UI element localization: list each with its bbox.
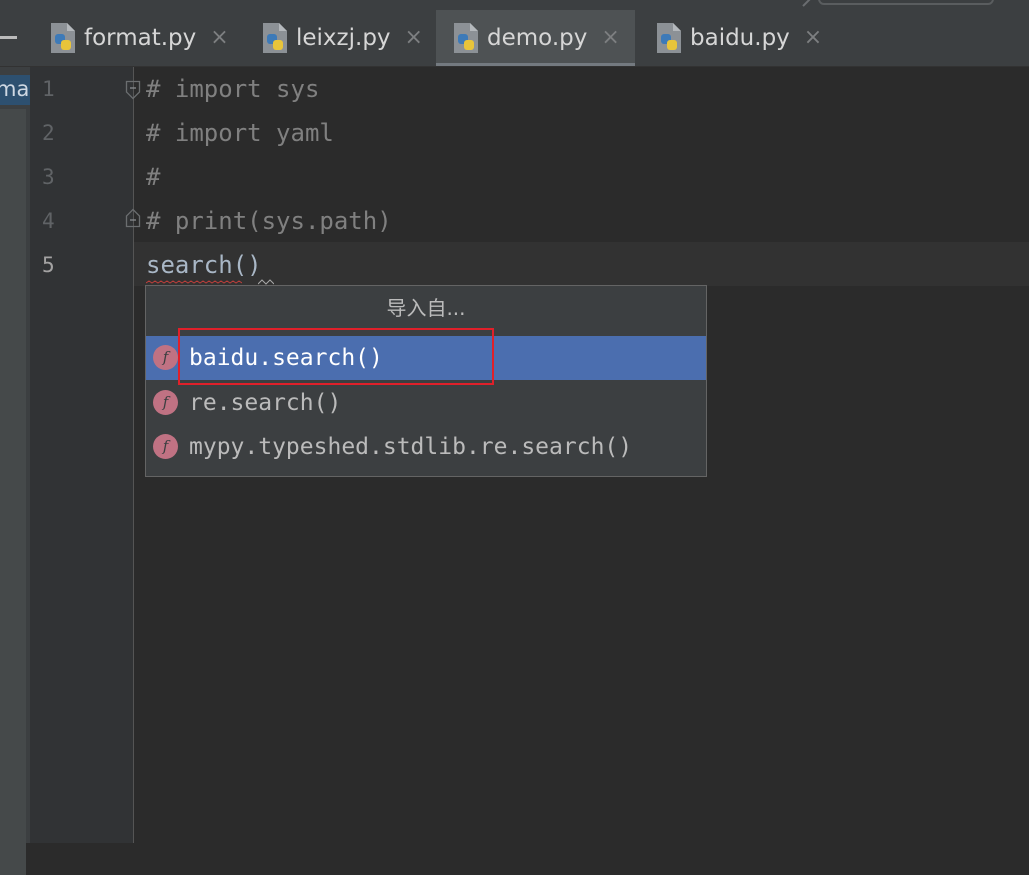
import-option-label: re.search() [189, 390, 342, 416]
annotation-highlight-box [178, 328, 494, 385]
import-option-label: mypy.typeshed.stdlib.re.search() [189, 434, 633, 460]
tab-label: baidu.py [690, 25, 790, 51]
python-file-icon [260, 22, 290, 54]
editor-tab-bar: format.py × leixzj.py × demo.py × baidu.… [0, 10, 1029, 67]
function-icon: f [153, 390, 178, 415]
collapse-icon[interactable] [0, 36, 17, 39]
tab-leixzj-py[interactable]: leixzj.py × [260, 10, 436, 66]
line-number: 1 [42, 77, 55, 101]
tab-label: format.py [84, 25, 197, 51]
search-everywhere-box[interactable] [818, 0, 994, 5]
line-number: 2 [42, 121, 55, 145]
fold-end-icon[interactable] [125, 208, 141, 228]
tab-label: demo.py [487, 25, 588, 51]
function-icon: f [153, 345, 178, 370]
chevron-icon[interactable] [795, 0, 811, 7]
close-icon[interactable]: × [405, 27, 423, 49]
popup-title: 导入自... [386, 296, 466, 320]
project-tree-item-label: mar [0, 77, 30, 101]
tab-format-py[interactable]: format.py × [48, 10, 238, 66]
line-number-current: 5 [42, 253, 55, 277]
line-number: 4 [42, 209, 55, 233]
function-icon: f [153, 434, 178, 459]
project-panel-scrollbar[interactable] [0, 109, 26, 875]
close-icon[interactable]: × [210, 27, 228, 49]
line-number: 3 [42, 165, 55, 189]
error-underline [146, 280, 242, 284]
project-panel-edge[interactable]: mar [0, 67, 30, 875]
project-tree-item[interactable]: mar [0, 75, 30, 105]
python-file-icon [451, 22, 481, 54]
gutter-divider [133, 67, 134, 843]
python-file-icon [654, 22, 684, 54]
import-option[interactable]: f mypy.typeshed.stdlib.re.search() [146, 425, 706, 469]
code-line[interactable]: # import sys [146, 67, 319, 111]
close-icon[interactable]: × [601, 27, 619, 49]
fold-collapse-icon[interactable] [125, 80, 141, 100]
title-strip [0, 0, 1029, 10]
code-line[interactable]: # [146, 155, 160, 199]
code-line[interactable]: # import yaml [146, 111, 334, 155]
tab-label: leixzj.py [296, 25, 391, 51]
tab-baidu-py[interactable]: baidu.py × [650, 10, 830, 66]
tab-demo-py[interactable]: demo.py × [436, 10, 635, 66]
import-option[interactable]: f re.search() [146, 381, 706, 425]
code-line[interactable]: # print(sys.path) [146, 199, 392, 243]
python-file-icon [48, 22, 78, 54]
close-icon[interactable]: × [804, 27, 822, 49]
